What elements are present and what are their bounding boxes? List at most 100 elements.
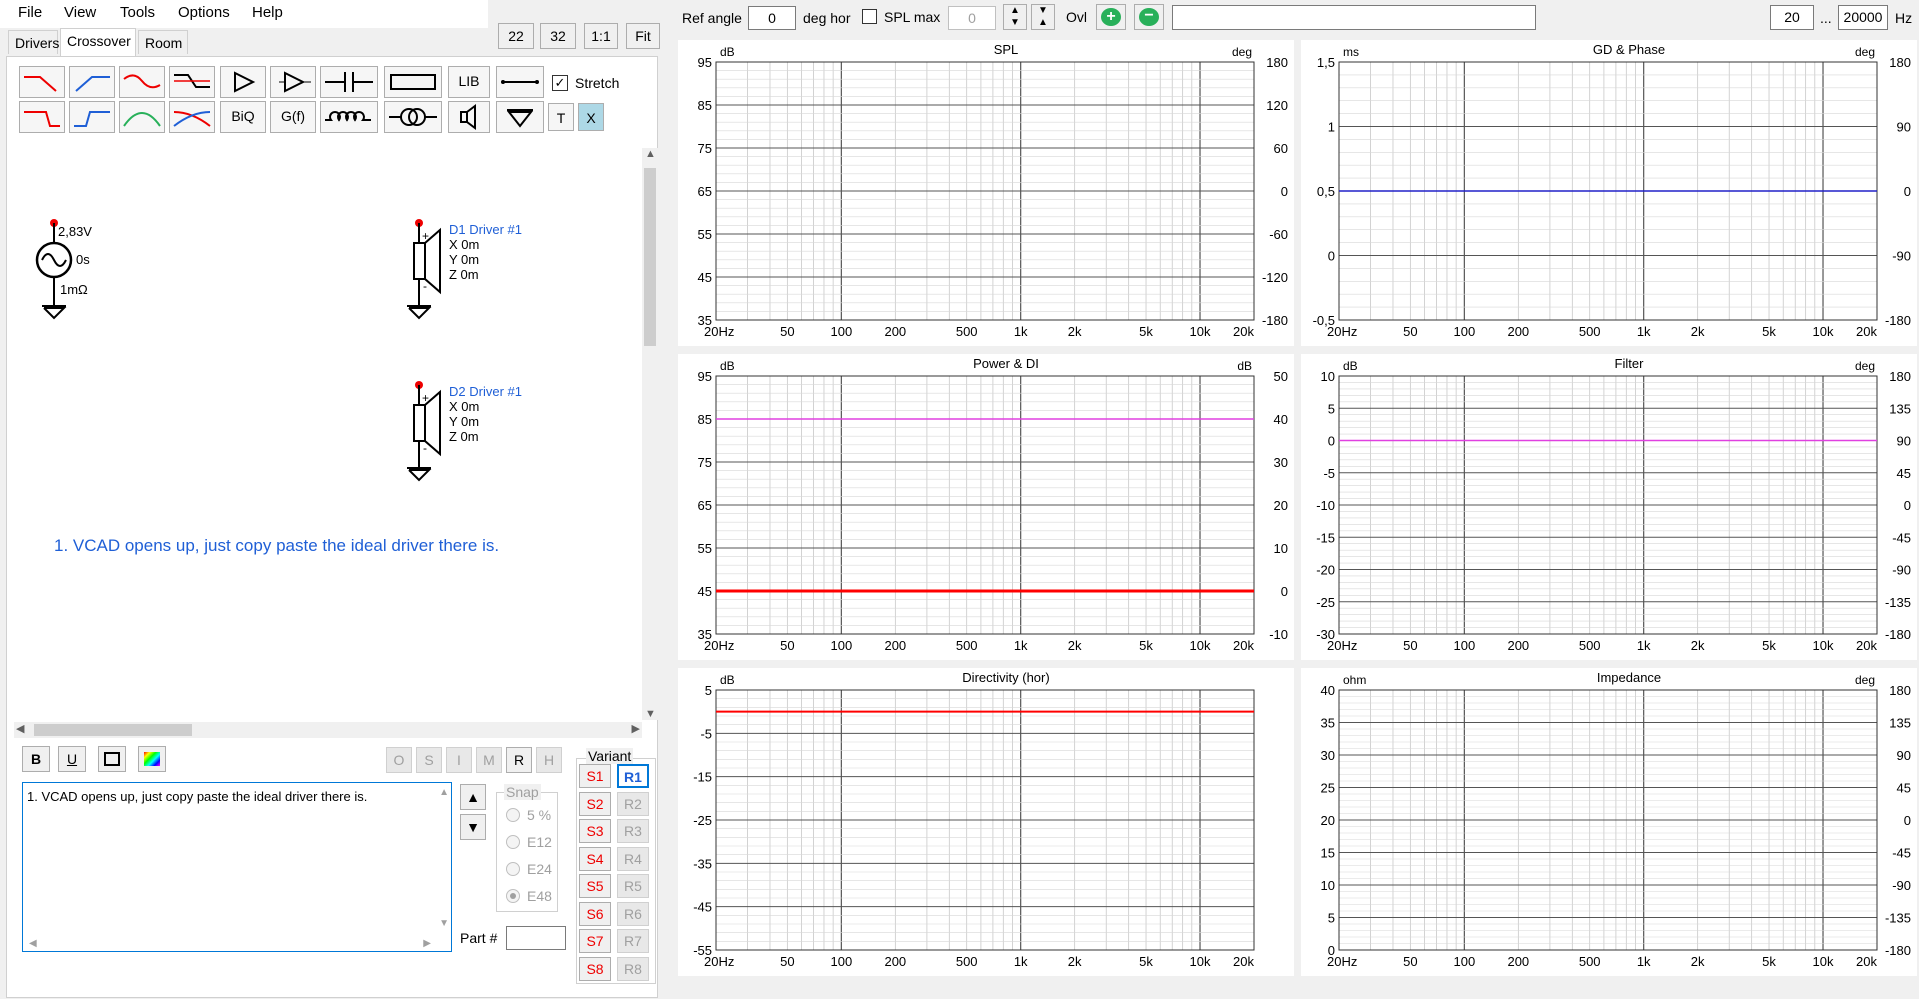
add-overlay-icon[interactable]: + — [1096, 4, 1126, 30]
chart-panel-4[interactable]: Filter dB deg 10 5 0 -5 -10 -15 -20 -25 -30 180 135 90… — [1301, 354, 1917, 660]
stretch-checkbox[interactable]: ✓ — [552, 75, 568, 91]
variant-r5-button[interactable]: R5 — [617, 874, 649, 898]
buffer-amp-icon[interactable] — [270, 66, 316, 98]
spl-max-spinner-icon[interactable]: ▲ ▼ — [1003, 4, 1027, 30]
inductor-icon[interactable] — [320, 101, 378, 133]
ref-angle-input[interactable]: 0 — [748, 6, 796, 30]
chart-panel-6[interactable]: Impedance ohm deg 40 35 30 25 20 15 10 5 0 180 135 90 4… — [1301, 668, 1917, 976]
freq-from-input[interactable]: 20 — [1770, 5, 1814, 30]
remove-overlay-icon[interactable]: − — [1134, 4, 1164, 30]
overlay-name-input[interactable] — [1172, 5, 1536, 30]
spl-max-input[interactable]: 0 — [948, 6, 996, 30]
schematic-note[interactable]: 1. VCAD opens up, just copy paste the id… — [54, 536, 499, 556]
variant-r7-button[interactable]: R7 — [617, 929, 649, 953]
biquad-button[interactable]: BiQ — [220, 101, 266, 133]
d1-x: X 0m — [449, 237, 480, 252]
spl-max-checkbox[interactable] — [862, 9, 877, 24]
snap-e12-radio[interactable] — [506, 835, 520, 849]
spl-max-reset-icon[interactable]: ▼ ▲ — [1031, 4, 1055, 30]
x-tick: 20k — [1233, 638, 1254, 653]
variant-s3-button[interactable]: S3 — [579, 819, 611, 843]
y-tick-right: -90 — [1892, 563, 1911, 578]
highpass-steep-icon[interactable] — [69, 101, 115, 133]
chart-panel-1[interactable]: SPL dB deg 95 85 75 65 55 45 35 180 120 60 0 -60 -120 -1… — [678, 40, 1294, 346]
peak-filter-icon[interactable] — [119, 101, 165, 133]
freq-to-input[interactable]: 20000 — [1838, 5, 1888, 30]
menu-help[interactable]: Help — [252, 4, 283, 21]
variant-s6-button[interactable]: S6 — [579, 901, 611, 926]
variant-s1-button[interactable]: S1 — [579, 764, 611, 788]
capacitor-icon[interactable] — [320, 66, 378, 98]
variant-s5-button[interactable]: S5 — [579, 874, 611, 898]
transfer-function-button[interactable]: G(f) — [270, 101, 316, 133]
bold-button[interactable]: B — [22, 746, 50, 772]
resistor-icon[interactable] — [384, 66, 442, 98]
crossover-icon[interactable] — [169, 101, 215, 133]
variant-s2-button[interactable]: S2 — [579, 791, 611, 816]
bandpass-icon[interactable] — [119, 66, 165, 98]
note-textarea[interactable]: 1. VCAD opens up, just copy paste the id… — [22, 782, 452, 952]
menu-tools[interactable]: Tools — [120, 4, 155, 21]
option-r-button[interactable]: R — [506, 747, 532, 773]
schematic-canvas[interactable]: + - + - 2,83V 0s 1mΩ D1 Driver #1 X 0m Y… — [14, 148, 642, 720]
zoom-fit-button[interactable]: Fit — [626, 23, 660, 49]
text-tool-button[interactable]: T — [548, 103, 574, 131]
horizontal-scrollbar[interactable]: ◀ ▶ — [14, 722, 642, 738]
option-o-button[interactable]: O — [386, 747, 412, 773]
delete-tool-button[interactable]: X — [578, 103, 604, 131]
variant-s8-button[interactable]: S8 — [579, 956, 611, 981]
lib-button[interactable]: LIB — [448, 66, 490, 98]
chart-panel-2[interactable]: GD & Phase ms deg 1,5 1 0,5 0 -0,5 180 90 0 -90 -180… — [1301, 40, 1917, 346]
option-i-button[interactable]: I — [446, 747, 472, 773]
menu-bar: File View Tools Options Help — [0, 0, 488, 28]
menu-view[interactable]: View — [64, 4, 96, 21]
zoom-1to1-button[interactable]: 1:1 — [584, 23, 618, 49]
option-m-button[interactable]: M — [476, 747, 502, 773]
vertical-scrollbar[interactable]: ▲ ▼ — [642, 148, 658, 720]
lowpass-icon[interactable] — [19, 66, 65, 98]
ground-icon[interactable] — [496, 101, 544, 133]
frame-icon[interactable] — [98, 746, 126, 772]
tab-crossover[interactable]: Crossover — [60, 28, 136, 56]
shelf-icon[interactable] — [169, 66, 215, 98]
snap-e24-radio[interactable] — [506, 862, 520, 876]
variant-s4-button[interactable]: S4 — [579, 846, 611, 871]
variant-r8-button[interactable]: R8 — [617, 956, 649, 981]
chart-panel-5[interactable]: Directivity (hor) dB 5 -5 -15 -25 -35 -45 -55 20H… — [678, 668, 1294, 976]
move-up-icon[interactable]: ▲ — [460, 784, 486, 810]
snap-e48-radio[interactable] — [506, 889, 520, 903]
zoom-22-button[interactable]: 22 — [498, 23, 534, 49]
snap-5-radio[interactable] — [506, 808, 520, 822]
variant-r1-button[interactable]: R1 — [617, 764, 649, 788]
amplifier-icon[interactable] — [220, 66, 266, 98]
zoom-32-button[interactable]: 32 — [540, 23, 576, 49]
highpass-icon[interactable] — [69, 66, 115, 98]
speaker-icon[interactable] — [448, 101, 490, 133]
x-tick: 1k — [1637, 954, 1651, 969]
d1-driver-label[interactable]: D1 Driver #1 — [449, 222, 522, 237]
svg-text:+: + — [422, 391, 429, 405]
lowpass-steep-icon[interactable] — [19, 101, 65, 133]
wire-icon[interactable] — [496, 66, 544, 98]
variant-r4-button[interactable]: R4 — [617, 846, 649, 871]
variant-s7-button[interactable]: S7 — [579, 929, 611, 953]
tab-drivers[interactable]: Drivers — [8, 30, 59, 54]
variant-r3-button[interactable]: R3 — [617, 819, 649, 843]
underline-button[interactable]: U — [58, 746, 86, 772]
color-picker-icon[interactable] — [138, 746, 166, 772]
chart-panel-3[interactable]: Power & DI dB dB 95 85 75 65 55 45 35 50 40 30 20 10 0-… — [678, 354, 1294, 660]
y-tick-right: 90 — [1897, 120, 1911, 135]
transformer-icon[interactable] — [384, 101, 442, 133]
move-down-icon[interactable]: ▼ — [460, 814, 486, 840]
option-s-button[interactable]: S — [416, 747, 442, 773]
d2-driver-label[interactable]: D2 Driver #1 — [449, 384, 522, 399]
tab-room[interactable]: Room — [138, 30, 188, 54]
variant-r6-button[interactable]: R6 — [617, 901, 649, 926]
chart-svg: Directivity (hor)dB5-5-15-25-35-45-5520H… — [693, 670, 1255, 969]
menu-options[interactable]: Options — [178, 4, 230, 21]
option-h-button[interactable]: H — [536, 747, 562, 773]
menu-file[interactable]: File — [18, 4, 42, 21]
y-tick-right: -90 — [1892, 249, 1911, 264]
part-number-input[interactable] — [506, 926, 566, 950]
variant-r2-button[interactable]: R2 — [617, 791, 649, 816]
